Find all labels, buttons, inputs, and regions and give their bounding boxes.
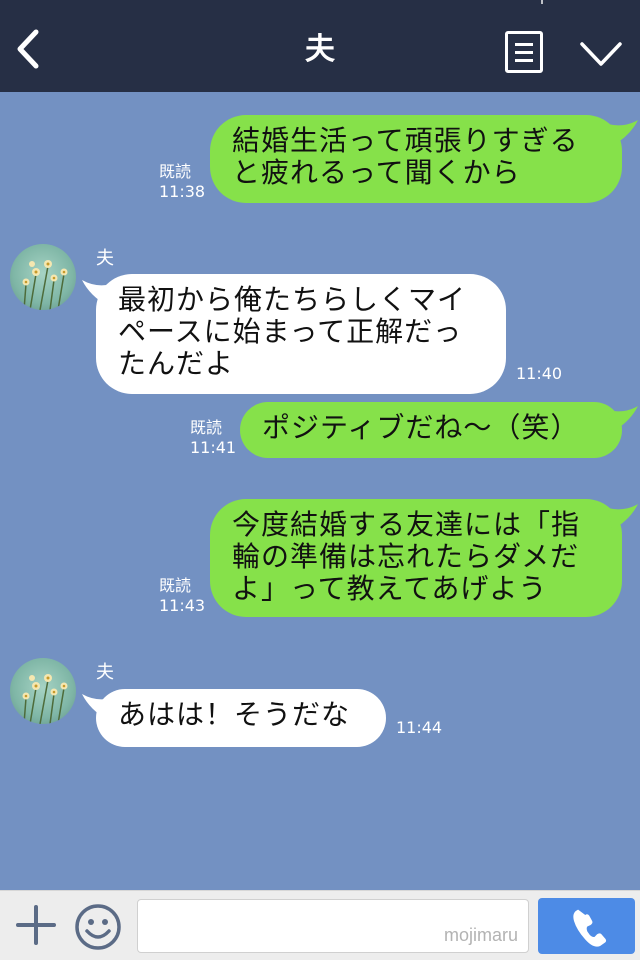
menu-list-icon-line [515,59,533,62]
message-meta: 既読 11:41 [190,418,236,458]
status-bar-mark [541,0,543,4]
message-input[interactable]: mojimaru [137,899,529,953]
bubble-tail [608,504,638,530]
phone-icon [573,909,607,947]
message-meta: 既読 11:38 [159,162,205,202]
message-time: 11:41 [190,438,237,457]
chat-header: 夫 [0,0,640,92]
chat-area: 既読 11:38 結婚生活って頑張りすぎる と疲れるって聞くから 夫 最初から俺… [0,92,640,890]
add-attachment-button[interactable] [14,903,58,947]
avatar[interactable] [10,658,76,724]
avatar[interactable] [10,244,76,310]
input-bar: mojimaru [0,890,640,960]
plus-icon [16,905,56,945]
read-receipt: 既読 [159,162,192,181]
watermark: mojimaru [443,925,518,945]
menu-list-icon-line [515,51,533,54]
chat-title: 夫 [305,32,335,67]
message-time: 11:44 [396,718,443,737]
sender-name: 夫 [96,248,114,269]
message-meta: 既読 11:43 [159,576,205,616]
flower-avatar-icon [22,260,68,310]
call-button[interactable] [538,898,635,954]
bubble-tail [608,406,638,432]
bubble-tail [608,120,638,146]
flower-avatar-icon [22,674,68,724]
message-time: 11:43 [159,596,206,615]
message-bubble-outgoing[interactable]: 今度結婚する友達には「指 輪の準備は忘れたらダメだ よ」って教えてあげよう [210,499,622,617]
message-time: 11:38 [159,182,206,201]
menu-list-icon-line [515,43,533,46]
sender-name: 夫 [96,662,114,683]
message-bubble-incoming[interactable]: 最初から俺たちらしくマイ ペースに始まって正解だっ たんだよ [96,274,506,394]
emoji-button[interactable] [74,903,122,951]
more-options-button[interactable] [578,36,624,72]
read-receipt: 既読 [159,576,192,595]
message-time: 11:40 [516,364,563,383]
emoji-smile-icon [75,904,121,950]
chevron-down-icon [580,42,622,66]
message-bubble-outgoing[interactable]: ポジティブだね〜（笑） [240,402,622,458]
chevron-left-icon [17,29,39,69]
back-button[interactable] [10,24,50,74]
read-receipt: 既読 [190,418,223,437]
message-bubble-incoming[interactable]: あはは！そうだな [96,689,386,747]
message-bubble-outgoing[interactable]: 結婚生活って頑張りすぎる と疲れるって聞くから [210,115,622,203]
menu-list-button[interactable] [505,31,543,73]
